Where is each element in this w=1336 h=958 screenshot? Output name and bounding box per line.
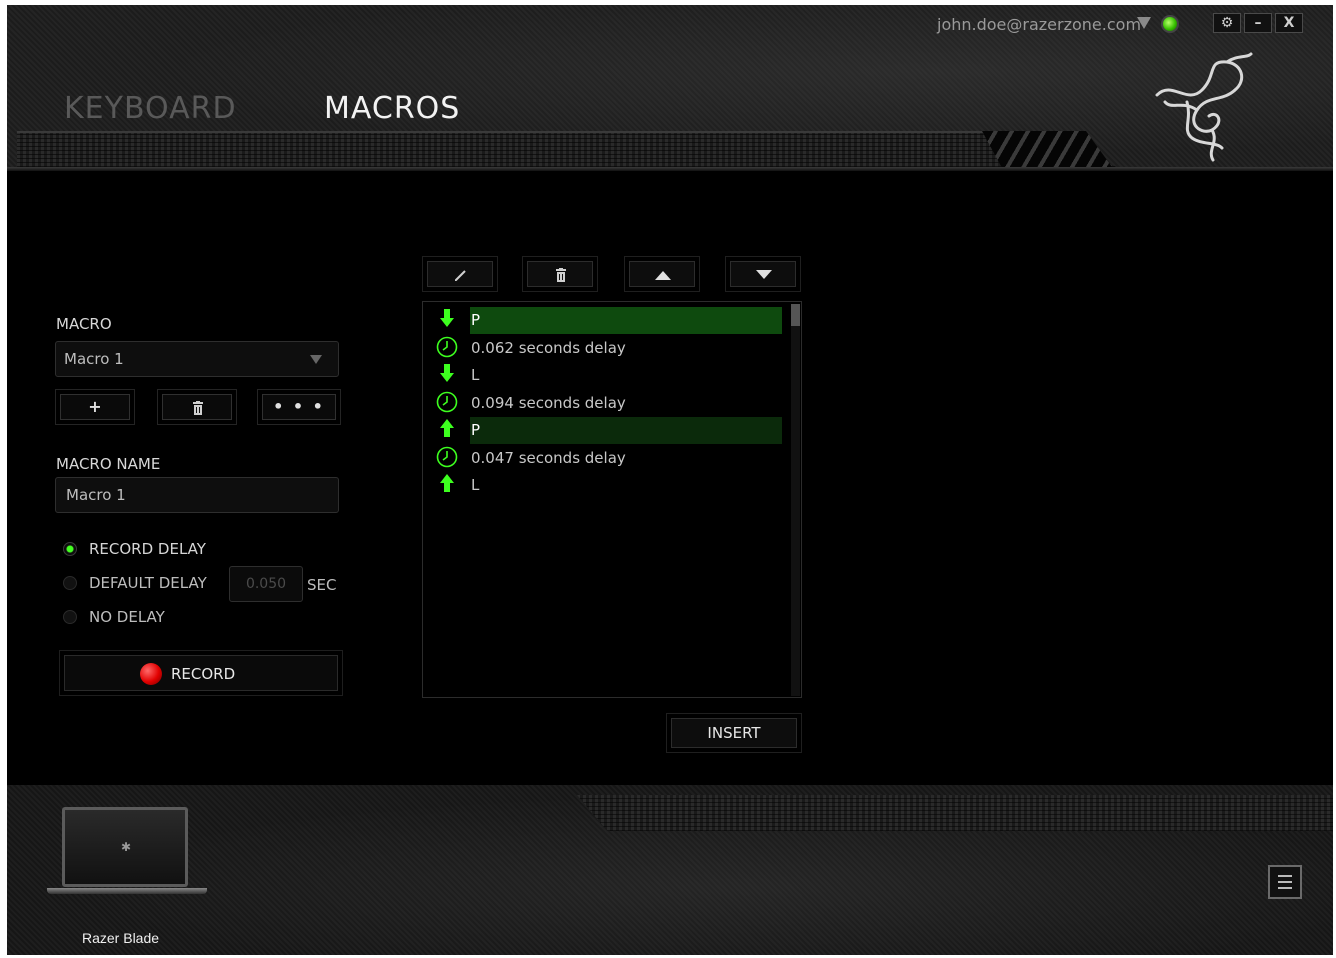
action-row[interactable]: 0.047 seconds delay: [423, 445, 789, 472]
razer-small-logo-icon: ✱: [121, 840, 132, 854]
action-text: 0.047 seconds delay: [471, 448, 626, 467]
clock-icon: [436, 446, 458, 467]
action-text: 0.094 seconds delay: [471, 393, 626, 412]
minimize-button[interactable]: –: [1244, 13, 1272, 33]
razer-logo-icon: [1155, 52, 1253, 162]
action-row[interactable]: L: [423, 472, 789, 499]
menu-icon: [1278, 887, 1292, 889]
macro-action-list[interactable]: P 0.062 seconds delay L 0.094 seconds de…: [422, 301, 802, 698]
move-up-button[interactable]: [624, 256, 700, 292]
action-row[interactable]: P: [423, 307, 789, 334]
record-icon: [140, 663, 162, 685]
header: KEYBOARD MACROS john.doe@razerzone.com ⚙…: [7, 5, 1333, 171]
action-row[interactable]: 0.094 seconds delay: [423, 390, 789, 417]
default-delay-input[interactable]: 0.050: [229, 566, 303, 602]
default-delay-label: DEFAULT DELAY: [89, 574, 207, 592]
action-row[interactable]: P: [423, 417, 789, 444]
tab-macros[interactable]: MACROS: [324, 91, 460, 126]
online-status-icon: [1161, 15, 1179, 33]
macro-select[interactable]: Macro 1: [55, 341, 339, 377]
macro-section-label: MACRO: [56, 315, 112, 333]
action-text: L: [471, 476, 480, 494]
move-down-button[interactable]: [725, 256, 801, 292]
laptop-base: [47, 888, 207, 894]
action-row[interactable]: 0.062 seconds delay: [423, 335, 789, 362]
header-divider: [7, 167, 1333, 171]
record-delay-label: RECORD DELAY: [89, 540, 206, 558]
menu-icon: [1278, 881, 1292, 883]
macro-name-input[interactable]: Macro 1: [55, 477, 339, 513]
action-text: 0.062 seconds delay: [471, 338, 626, 357]
menu-icon: [1278, 875, 1292, 877]
edit-icon: [455, 270, 466, 281]
row-highlight: [470, 307, 782, 334]
radio-unselected-icon[interactable]: [63, 610, 77, 624]
trash-icon: [556, 268, 566, 282]
scrollbar[interactable]: [791, 304, 800, 696]
menu-button[interactable]: [1268, 865, 1302, 899]
account-email[interactable]: john.doe@razerzone.com: [937, 15, 1141, 34]
trash-icon: [193, 401, 203, 415]
synapse-window: KEYBOARD MACROS john.doe@razerzone.com ⚙…: [7, 5, 1333, 955]
action-text: P: [471, 311, 481, 329]
add-macro-button[interactable]: +: [55, 389, 135, 425]
insert-button[interactable]: INSERT: [666, 713, 802, 753]
action-text: P: [471, 421, 481, 439]
row-highlight: [470, 417, 782, 444]
header-stripes-decoration: [982, 131, 1112, 167]
delay-unit-label: SEC: [307, 576, 337, 594]
clock-icon: [436, 336, 458, 357]
arrow-down-icon: [440, 364, 454, 382]
device-name[interactable]: Razer Blade: [82, 930, 159, 946]
delete-action-button[interactable]: [522, 256, 598, 292]
edit-action-button[interactable]: [422, 256, 498, 292]
tab-keyboard[interactable]: KEYBOARD: [64, 91, 237, 126]
action-text: L: [471, 366, 480, 384]
header-texture-strip: [17, 131, 1117, 167]
arrow-up-icon: [440, 419, 454, 437]
action-row[interactable]: L: [423, 362, 789, 389]
footer: ✱ Razer Blade: [7, 785, 1333, 955]
macro-select-value: Macro 1: [64, 350, 124, 368]
more-options-button[interactable]: • • •: [257, 389, 341, 425]
arrow-down-icon: [440, 309, 454, 327]
triangle-up-icon: [655, 271, 671, 280]
arrow-up-icon: [440, 474, 454, 492]
chevron-down-icon[interactable]: [310, 355, 322, 364]
radio-unselected-icon[interactable]: [63, 576, 77, 590]
close-button[interactable]: X: [1275, 13, 1303, 33]
footer-texture-strip: [577, 795, 1333, 831]
chevron-down-icon[interactable]: [1137, 17, 1151, 29]
macro-name-label: MACRO NAME: [56, 455, 161, 473]
no-delay-label: NO DELAY: [89, 608, 165, 626]
settings-button[interactable]: ⚙: [1213, 13, 1241, 33]
record-label: RECORD: [171, 665, 236, 683]
scrollbar-thumb[interactable]: [791, 304, 800, 326]
record-button[interactable]: RECORD: [59, 650, 343, 696]
radio-selected-icon[interactable]: [63, 542, 77, 556]
device-laptop-icon[interactable]: ✱: [62, 807, 188, 887]
triangle-down-icon: [756, 270, 772, 279]
clock-icon: [436, 391, 458, 412]
delete-macro-button[interactable]: [157, 389, 237, 425]
